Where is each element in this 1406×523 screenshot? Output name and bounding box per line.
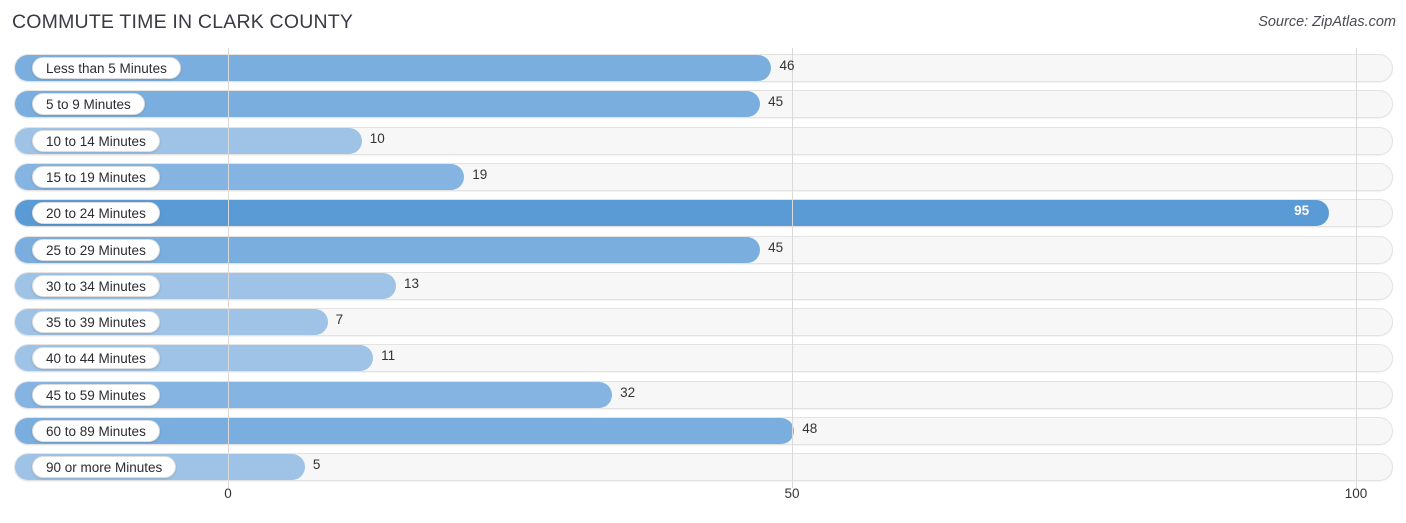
bar-category-label: 10 to 14 Minutes — [32, 129, 160, 152]
bar-value-label: 46 — [779, 58, 795, 73]
bar-row[interactable]: 40 to 44 Minutes 11 — [14, 344, 1393, 373]
bar-category-label: 90 or more Minutes — [32, 456, 177, 479]
bar-value-label: 45 — [768, 94, 784, 110]
bar-category-label: 30 to 34 Minutes — [32, 274, 160, 297]
x-axis-tick-label: 100 — [1344, 486, 1368, 501]
bar-row[interactable]: 45 to 59 Minutes 32 — [14, 380, 1393, 409]
x-axis-tick-label: 0 — [224, 486, 232, 501]
bar-value-label: 13 — [403, 275, 419, 291]
bar-row[interactable]: 5 to 9 Minutes 45 — [14, 90, 1393, 119]
bar-value-label: 10 — [369, 130, 385, 146]
bar-row[interactable]: 35 to 39 Minutes 7 — [14, 308, 1393, 337]
bar-category-label: 35 to 39 Minutes — [32, 311, 160, 334]
bar-row[interactable]: 30 to 34 Minutes 13 — [14, 271, 1393, 300]
bar-row[interactable]: 25 to 29 Minutes 45 — [14, 235, 1393, 264]
bar-row[interactable]: 90 or more Minutes 5 — [14, 453, 1393, 482]
bar-value-inside: 95 — [1294, 203, 1310, 219]
bar-category-label: 40 to 44 Minutes — [32, 347, 160, 370]
bar-row[interactable]: 60 to 89 Minutes 48 — [14, 417, 1393, 445]
bar-value-label: 45 — [768, 239, 784, 255]
bar-category-label: 5 to 9 Minutes — [32, 93, 145, 116]
bar-category-label: 45 to 59 Minutes — [32, 383, 160, 406]
bar-category-label: 60 to 89 Minutes — [32, 420, 160, 442]
bar-value-label: 19 — [472, 166, 488, 182]
x-axis: 0 50 100 — [0, 486, 1406, 516]
bar-chart-plot-area: Less than 5 Minutes 46 5 to 9 Minutes 45 10 … — [0, 46, 1406, 488]
bar-value-label: 5 — [312, 457, 321, 473]
bar-value-label: 48 — [802, 421, 818, 436]
bar-category-label: 15 to 19 Minutes — [32, 165, 160, 188]
source-attribution: Source: ZipAtlas.com — [1258, 14, 1396, 30]
bar[interactable] — [15, 200, 1330, 227]
bar-value-label: 32 — [620, 384, 636, 400]
bar-category-label: Less than 5 Minutes — [32, 57, 181, 79]
bar-row[interactable]: 20 to 24 Minutes 95 — [14, 199, 1393, 228]
bar-category-label: 25 to 29 Minutes — [32, 238, 160, 261]
bar-row[interactable]: 10 to 14 Minutes 10 — [14, 126, 1393, 155]
bar-row[interactable]: 15 to 19 Minutes 19 — [14, 162, 1393, 191]
bar-category-label: 20 to 24 Minutes — [32, 202, 160, 225]
bar-row[interactable]: Less than 5 Minutes 46 — [14, 54, 1393, 82]
bar-value-label: 7 — [335, 312, 344, 328]
page-title: COMMUTE TIME IN CLARK COUNTY — [12, 11, 354, 33]
x-axis-tick-label: 50 — [784, 486, 800, 501]
chart-header: COMMUTE TIME IN CLARK COUNTY Source: Zip… — [0, 0, 1406, 46]
bar-value-label: 11 — [381, 348, 396, 364]
